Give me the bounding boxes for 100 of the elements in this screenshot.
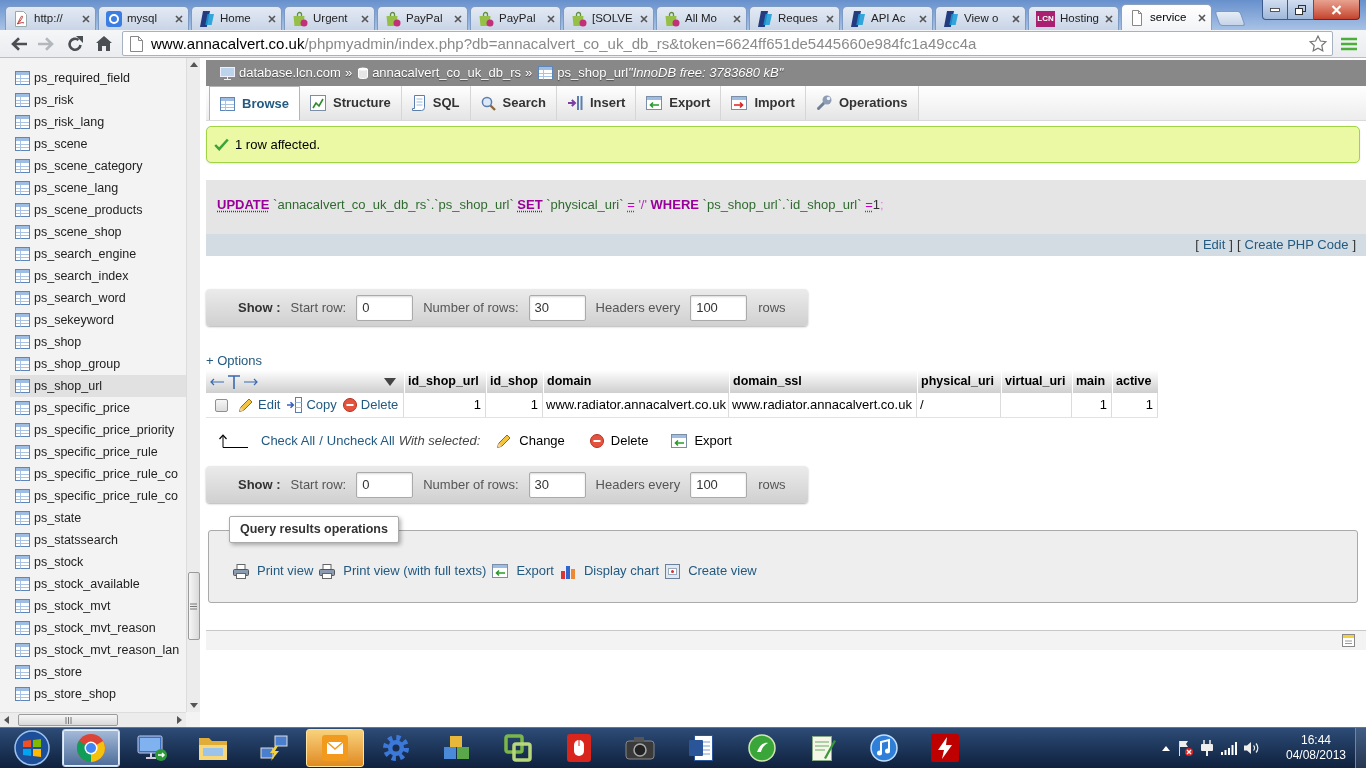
close-icon[interactable]	[268, 14, 276, 23]
horizontal-scrollbar[interactable]	[0, 712, 186, 727]
flag-icon[interactable]	[1177, 740, 1193, 756]
browser-tab[interactable]: http://	[5, 6, 96, 30]
table-list-item[interactable]: ps_stock_mvt	[10, 595, 186, 617]
browser-tab[interactable]: Home	[191, 6, 282, 30]
table-list-item[interactable]: ps_search_index	[10, 265, 186, 287]
checkbox[interactable]	[215, 398, 228, 412]
table-list-item[interactable]: ps_required_field	[10, 67, 186, 89]
close-button[interactable]	[1314, 0, 1360, 20]
tab[interactable]: Export	[636, 86, 722, 120]
reload-icon[interactable]	[67, 35, 83, 52]
table-list-item[interactable]: ps_risk_lang	[10, 111, 186, 133]
signal-bars-icon[interactable]	[1221, 741, 1237, 755]
query-link[interactable]: Edit	[1202, 235, 1226, 255]
clock-time[interactable]: 16:44	[1301, 733, 1331, 748]
table-list-item[interactable]: ps_scene_lang	[10, 177, 186, 199]
browser-tab[interactable]: Urgent	[284, 6, 375, 30]
show-desktop-button[interactable]	[1355, 728, 1366, 768]
close-icon[interactable]	[919, 14, 927, 23]
print-view-link[interactable]: Print view (with full texts)	[319, 561, 487, 581]
display-chart-link[interactable]: Display chart	[560, 561, 660, 581]
close-icon[interactable]	[361, 14, 369, 23]
uncheck-all-link[interactable]: Uncheck All	[326, 431, 395, 451]
export-link[interactable]: Export	[492, 561, 554, 581]
start-orb-icon[interactable]	[14, 730, 50, 766]
table-list-item[interactable]: ps_scene_category	[10, 155, 186, 177]
close-icon[interactable]	[640, 14, 648, 23]
breadcrumb-link[interactable]: ps_shop_url	[538, 63, 629, 83]
clock-date[interactable]: 04/08/2013	[1285, 748, 1347, 763]
vertical-scrollbar[interactable]	[186, 58, 200, 712]
table-list-item[interactable]: ps_stock	[10, 551, 186, 573]
edit-link[interactable]: Edit	[238, 395, 281, 415]
browser-tab[interactable]: API Ac	[842, 6, 933, 30]
scrollbar-thumb[interactable]	[18, 714, 118, 726]
table-list-item[interactable]: ps_shop_url	[10, 375, 186, 397]
close-icon[interactable]	[733, 14, 741, 23]
tab[interactable]: Browse	[209, 86, 300, 120]
query-link[interactable]: Create PHP Code	[1244, 235, 1349, 255]
close-icon[interactable]	[454, 14, 462, 23]
back-arrow-icon[interactable]	[11, 36, 27, 51]
home-icon[interactable]	[96, 36, 112, 51]
star-icon[interactable]	[1309, 35, 1327, 52]
table-list-item[interactable]: ps_specific_price_rule_co	[10, 463, 186, 485]
delete-button[interactable]: Delete	[589, 431, 649, 451]
browser-tab[interactable]: PayPal	[377, 6, 468, 30]
number-input[interactable]: 0	[356, 471, 414, 498]
check-all-link[interactable]: Check All	[261, 431, 316, 451]
table-list-item[interactable]: ps_state	[10, 507, 186, 529]
table-list-item[interactable]: ps_specific_price_rule	[10, 441, 186, 463]
tab[interactable]: Structure	[299, 86, 402, 120]
browser-tab[interactable]: [SOLVE	[563, 6, 654, 30]
column-header[interactable]: main	[1072, 370, 1112, 393]
export-button[interactable]: Export	[671, 431, 732, 451]
number-input[interactable]: 30	[528, 294, 586, 321]
close-icon[interactable]	[1198, 13, 1206, 22]
scrollbar-thumb[interactable]	[187, 572, 200, 640]
table-list-item[interactable]: ps_scene	[10, 133, 186, 155]
delete-link[interactable]: Delete	[342, 395, 399, 415]
number-input[interactable]: 100	[690, 471, 748, 498]
browser-tab[interactable]: service	[1121, 4, 1212, 30]
number-input[interactable]: 30	[528, 471, 586, 498]
browser-tab[interactable]: PayPal	[470, 6, 561, 30]
table-list-item[interactable]: ps_store	[10, 661, 186, 683]
close-icon[interactable]	[826, 14, 834, 23]
column-header[interactable]: physical_uri	[917, 370, 1001, 393]
table-list-item[interactable]: ps_specific_price	[10, 397, 186, 419]
tab[interactable]: Import	[721, 86, 806, 120]
table-list-item[interactable]: ps_specific_price_priority	[10, 419, 186, 441]
number-input[interactable]: 0	[356, 294, 414, 321]
plug-icon[interactable]	[1200, 740, 1214, 756]
create-view-link[interactable]: Create view	[665, 561, 757, 581]
change-button[interactable]: Change	[496, 431, 565, 451]
column-header[interactable]: virtual_uri	[1001, 370, 1072, 393]
number-input[interactable]: 100	[690, 294, 748, 321]
table-list-item[interactable]: ps_specific_price_rule_co	[10, 485, 186, 507]
close-icon[interactable]	[1105, 14, 1113, 23]
tab[interactable]: SQL	[401, 86, 471, 120]
column-header[interactable]: domain	[543, 370, 729, 393]
table-list-item[interactable]: ps_scene_products	[10, 199, 186, 221]
maximize-button[interactable]	[1288, 0, 1314, 20]
menu-icon[interactable]	[1341, 36, 1357, 51]
copy-link[interactable]: Copy	[286, 395, 337, 415]
table-list-item[interactable]: ps_sekeyword	[10, 309, 186, 331]
column-header[interactable]: id_shop	[486, 370, 543, 393]
table-list-item[interactable]: ps_scene_shop	[10, 221, 186, 243]
tab[interactable]: Insert	[556, 86, 637, 120]
browser-tab[interactable]: Reques	[749, 6, 840, 30]
breadcrumb-link[interactable]: annacalvert_co_uk_db_rs	[358, 63, 522, 83]
tab[interactable]: Search	[470, 86, 557, 120]
caret-icon[interactable]	[384, 377, 396, 386]
table-list-item[interactable]: ps_statssearch	[10, 529, 186, 551]
address-bar[interactable]: www.annacalvert.co.uk/phpmyadmin/index.php?db=annacalvert_co_uk_db_rs&token=6624ff651de5445660e984fc1a49cc4a	[122, 31, 1333, 56]
table-list-item[interactable]: ps_stock_available	[10, 573, 186, 595]
print-view-link[interactable]: Print view	[233, 561, 314, 581]
breadcrumb-link[interactable]: database.lcn.com	[220, 63, 341, 83]
close-icon[interactable]	[547, 14, 555, 23]
table-list-item[interactable]: ps_risk	[10, 89, 186, 111]
table-list-item[interactable]: ps_search_word	[10, 287, 186, 309]
table-list-item[interactable]: ps_search_engine	[10, 243, 186, 265]
